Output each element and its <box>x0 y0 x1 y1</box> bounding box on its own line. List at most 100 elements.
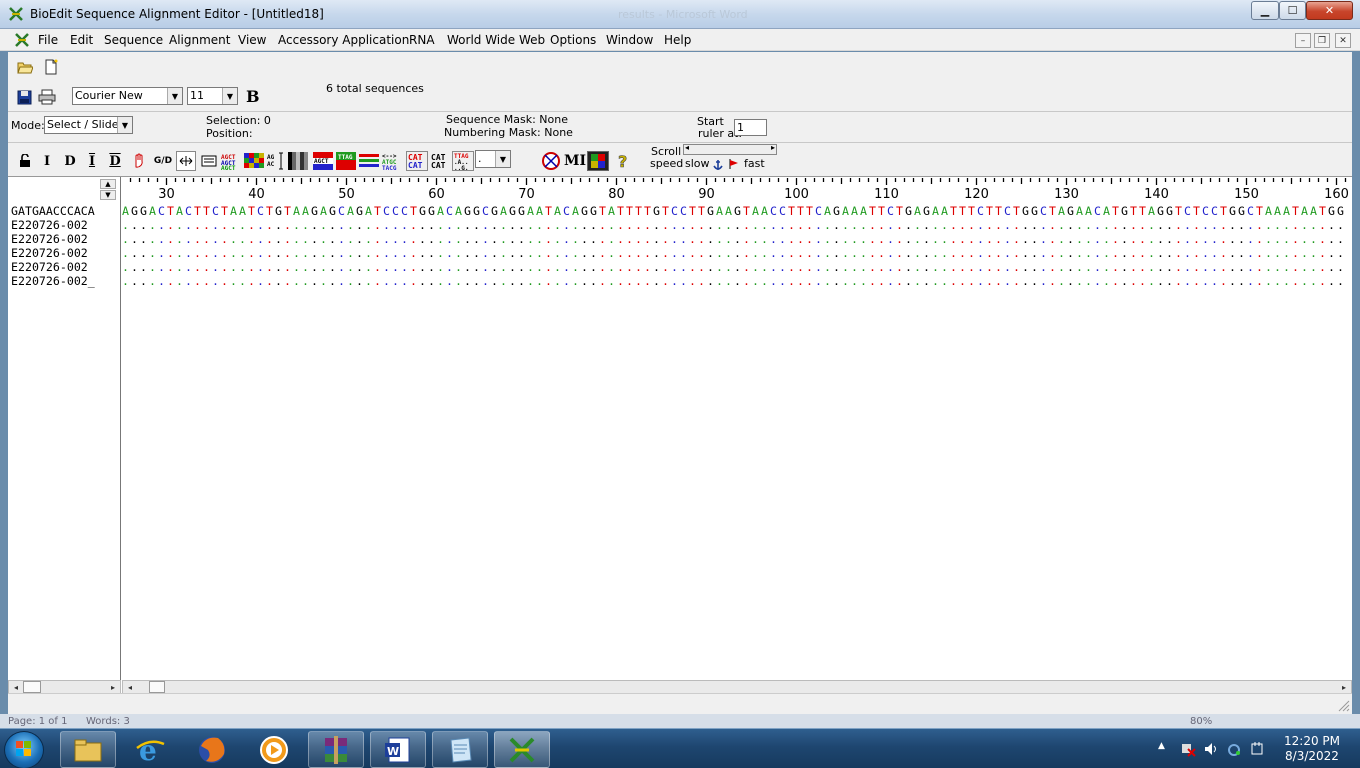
chevron-down-icon[interactable]: ▼ <box>117 117 132 133</box>
scroll-speed-slider[interactable]: ◂ ▸ <box>683 143 777 155</box>
menu-edit[interactable]: Edit <box>70 33 93 47</box>
network-error-icon[interactable] <box>1180 741 1196 757</box>
hand-drag-icon[interactable] <box>132 151 148 171</box>
reverse-complement-icon[interactable]: <--> ATGC TACG <box>382 151 404 171</box>
identity-sequence-row[interactable]: ........................................… <box>122 246 1346 260</box>
delete-tool-button[interactable]: D <box>63 151 77 171</box>
color-block-icon[interactable] <box>244 151 264 171</box>
taskbar-firefox[interactable] <box>184 731 240 768</box>
scroll-down-icon[interactable]: ▼ <box>100 190 116 200</box>
cat-color-icon[interactable]: CAT CAT <box>406 151 428 171</box>
menu-accessory-application[interactable]: Accessory Application <box>278 33 409 47</box>
font-size-select[interactable]: 11 ▼ <box>187 87 238 105</box>
help-icon[interactable]: ? <box>614 151 632 171</box>
insert-gap-tool-button[interactable]: I <box>85 151 99 171</box>
bold-button[interactable]: B <box>246 87 260 106</box>
taskbar-file-explorer[interactable] <box>60 731 116 768</box>
open-folder-icon[interactable] <box>16 58 34 76</box>
sequence-name[interactable]: E220726-002 <box>11 218 88 232</box>
sequence-horizontal-scrollbar[interactable]: ◂ ▸ <box>122 680 1352 694</box>
menu-rna[interactable]: RNA <box>409 33 435 47</box>
scrollbar-thumb[interactable] <box>23 681 41 693</box>
scroll-left-icon[interactable]: ◂ <box>123 681 137 693</box>
tray-expand-icon[interactable]: ▲ <box>1158 741 1165 751</box>
delete-gap-tool-button[interactable]: D <box>108 151 122 171</box>
menu-window[interactable]: Window <box>606 33 653 47</box>
keyboard-icon[interactable] <box>200 151 218 171</box>
save-icon[interactable] <box>15 88 33 106</box>
scroll-left-icon[interactable]: ◂ <box>9 681 23 693</box>
sequence-pane[interactable]: 30 40 50 60 70 80 90 100 110 120 130 140 150 160 AGGA… <box>122 177 1352 680</box>
chevron-down-icon[interactable]: ▼ <box>222 88 237 104</box>
resize-grip-icon[interactable] <box>1338 700 1350 712</box>
sync-icon[interactable] <box>1226 741 1242 757</box>
identity-sequence-row[interactable]: ........................................… <box>122 232 1346 246</box>
gap-delete-button[interactable]: G/D <box>153 151 173 171</box>
sequence-name[interactable]: E220726-002 <box>11 260 88 274</box>
print-icon[interactable] <box>38 88 56 106</box>
taskbar-media-player[interactable] <box>246 731 302 768</box>
mdi-minimize-button[interactable]: – <box>1295 33 1311 48</box>
lock-icon[interactable] <box>17 151 33 171</box>
title-bar[interactable]: BioEdit Sequence Alignment Editor - [Unt… <box>0 0 1360 29</box>
text-align-icon[interactable]: AG AC <box>266 151 286 171</box>
grayscale-icon[interactable] <box>288 151 308 171</box>
start-ruler-input[interactable]: 1 <box>734 119 767 136</box>
sequence-name[interactable]: GATGAACCCACA <box>11 204 95 218</box>
position-ruler: 30 40 50 60 70 80 90 100 110 120 130 140 150 160 <box>129 178 1349 202</box>
sequence-name[interactable]: E220726-002_ <box>11 274 95 288</box>
taskbar-bioedit[interactable] <box>494 731 550 768</box>
slider-right-arrow-icon[interactable]: ▸ <box>771 143 775 152</box>
color-scheme-icon[interactable]: AGCT <box>313 151 333 171</box>
cat-mono-icon[interactable]: CAT CAT <box>429 151 451 171</box>
font-name-select[interactable]: Courier New ▼ <box>72 87 183 105</box>
menu-help[interactable]: Help <box>664 33 691 47</box>
scroll-up-icon[interactable]: ▲ <box>100 179 116 189</box>
identity-char-select[interactable]: . ▼ <box>475 150 511 168</box>
slide-cursor-icon[interactable] <box>176 151 196 171</box>
reference-sequence-row[interactable]: AGGACTACTTCTAATCTGTAAGAGCAGATCCCTGGACAGG… <box>122 204 1346 218</box>
reverse-color-icon[interactable]: TTAG <box>336 151 356 171</box>
matrix-plot-icon[interactable] <box>587 151 609 171</box>
chevron-down-icon[interactable]: ▼ <box>167 88 182 104</box>
action-center-icon[interactable] <box>1249 741 1265 757</box>
sequence-name[interactable]: E220726-002 <box>11 232 88 246</box>
shade-sequences-icon[interactable]: AGCT AGCT AGCT <box>221 151 241 171</box>
taskbar-word[interactable]: W <box>370 731 426 768</box>
graphic-view-icon[interactable] <box>359 151 379 171</box>
taskbar-notepad[interactable] <box>432 731 488 768</box>
ttag-icon[interactable]: TTAG .A.. ..G. <box>452 151 474 171</box>
menu-sequence[interactable]: Sequence <box>104 33 163 47</box>
insert-tool-button[interactable]: I <box>40 151 54 171</box>
volume-icon[interactable] <box>1203 741 1219 757</box>
taskbar-winrar[interactable] <box>308 731 364 768</box>
menu-world-wide-web[interactable]: World Wide Web <box>447 33 545 47</box>
new-document-icon[interactable] <box>42 58 60 76</box>
taskbar-internet-explorer[interactable]: e <box>122 731 178 768</box>
chevron-down-icon[interactable]: ▼ <box>495 151 510 167</box>
slider-left-arrow-icon[interactable]: ◂ <box>685 143 689 152</box>
scrollbar-thumb[interactable] <box>149 681 165 693</box>
maximize-button[interactable]: ☐ <box>1279 1 1306 20</box>
menu-alignment[interactable]: Alignment <box>169 33 230 47</box>
mdi-restore-button[interactable]: ❐ <box>1314 33 1330 48</box>
restriction-map-icon[interactable] <box>540 151 562 171</box>
minimize-button[interactable]: ▁ <box>1251 1 1279 20</box>
menu-view[interactable]: View <box>238 33 266 47</box>
identity-sequence-row[interactable]: ........................................… <box>122 218 1346 232</box>
mi-button[interactable]: MI <box>564 151 586 171</box>
names-horizontal-scrollbar[interactable]: ◂ ▸ <box>8 680 121 694</box>
identity-sequence-row[interactable]: ........................................… <box>122 274 1346 288</box>
menu-file[interactable]: File <box>38 33 58 47</box>
sequence-names-pane[interactable]: ▲ ▼ GATGAACCCACA E220726-002 E220726-002 E2… <box>8 177 121 680</box>
identity-sequence-row[interactable]: ........................................… <box>122 260 1346 274</box>
close-button[interactable]: ✕ <box>1306 1 1353 20</box>
sequence-name[interactable]: E220726-002 <box>11 246 88 260</box>
scroll-right-icon[interactable]: ▸ <box>1337 681 1351 693</box>
menu-options[interactable]: Options <box>550 33 596 47</box>
system-clock[interactable]: 12:20 PM 8/3/2022 <box>1284 734 1340 764</box>
scroll-right-icon[interactable]: ▸ <box>106 681 120 693</box>
mode-select[interactable]: Select / Slide ▼ <box>44 116 133 134</box>
mdi-close-button[interactable]: ✕ <box>1335 33 1351 48</box>
start-button[interactable] <box>4 731 44 768</box>
